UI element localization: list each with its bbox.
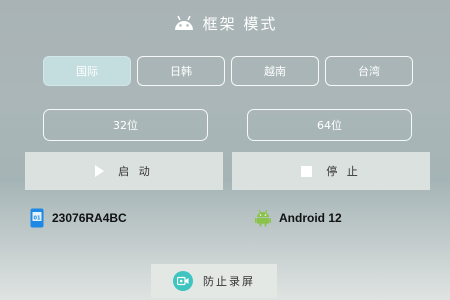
header: 框架 模式 <box>0 10 450 36</box>
region-button-taiwan[interactable]: 台湾 <box>325 56 413 86</box>
device-model: 01 23076RA4BC <box>30 206 127 230</box>
region-button-vietnam[interactable]: 越南 <box>231 56 319 86</box>
start-button[interactable]: 启 动 <box>25 152 223 190</box>
os-version-value: Android 12 <box>279 211 342 225</box>
arch-64bit-button[interactable]: 64位 <box>247 109 412 141</box>
arch-32bit-button[interactable]: 32位 <box>43 109 208 141</box>
android-icon <box>174 15 193 30</box>
play-icon <box>95 165 105 177</box>
stop-label: 停 止 <box>326 165 361 178</box>
page-title: 框架 模式 <box>202 14 278 33</box>
prevent-screen-record-button[interactable]: 防止录屏 <box>151 264 277 298</box>
phone-icon: 01 <box>30 208 44 228</box>
os-version: Android 12 <box>255 206 342 230</box>
device-model-value: 23076RA4BC <box>52 211 127 225</box>
prevent-screen-record-label: 防止录屏 <box>203 275 255 288</box>
region-button-international[interactable]: 国际 <box>43 56 131 86</box>
start-label: 启 动 <box>118 165 153 178</box>
android-icon <box>255 209 271 227</box>
screen-record-icon <box>173 271 193 291</box>
stop-button[interactable]: 停 止 <box>232 152 430 190</box>
stop-icon <box>301 165 313 177</box>
region-button-japan-korea[interactable]: 日韩 <box>137 56 225 86</box>
region-selector: 国际 日韩 越南 台湾 <box>43 56 413 88</box>
svg-text:01: 01 <box>34 216 41 222</box>
